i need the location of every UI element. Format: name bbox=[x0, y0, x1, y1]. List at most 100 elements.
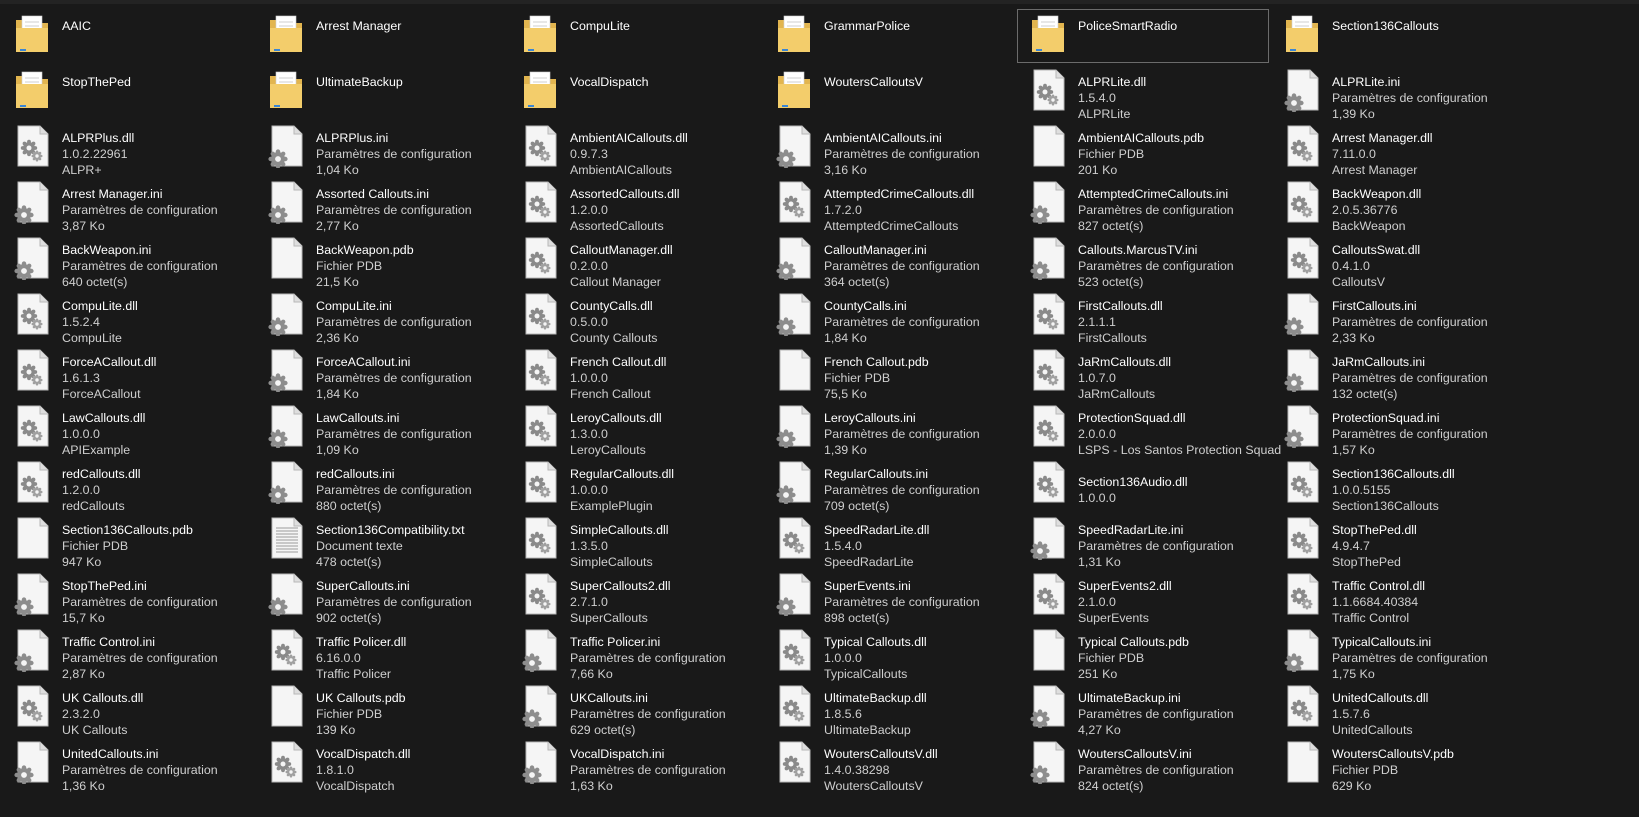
dll-file-icon bbox=[776, 628, 814, 672]
file-jarmcallouts-dll[interactable]: JaRmCallouts.dll 1.0.7.0 JaRmCallouts bbox=[1016, 344, 1270, 401]
file-leroycallouts-dll[interactable]: LeroyCallouts.dll 1.3.0.0 LeroyCallouts bbox=[508, 400, 762, 457]
file-french-callout-dll[interactable]: French Callout.dll 1.0.0.0 French Callout bbox=[508, 344, 762, 401]
item-detail-1: Paramètres de configuration bbox=[316, 203, 472, 217]
file-attemptedcrimecallouts-ini[interactable]: AttemptedCrimeCallouts.ini Paramètres de … bbox=[1016, 176, 1270, 233]
file-redcallouts-dll[interactable]: redCallouts.dll 1.2.0.0 redCallouts bbox=[0, 456, 254, 513]
file-protectionsquad-ini[interactable]: ProtectionSquad.ini Paramètres de configu… bbox=[1270, 400, 1524, 457]
file-vocaldispatch-ini[interactable]: VocalDispatch.ini Paramètres de configura… bbox=[508, 736, 762, 793]
file-ambientaicallouts-pdb[interactable]: AmbientAICallouts.pdb Fichier PDB 201 Ko bbox=[1016, 120, 1270, 177]
file-compulite-dll[interactable]: CompuLite.dll 1.5.2.4 CompuLite bbox=[0, 288, 254, 345]
file-assorted-callouts-ini[interactable]: Assorted Callouts.ini Paramètres de confi… bbox=[254, 176, 508, 233]
file-calloutmanager-dll[interactable]: CalloutManager.dll 0.2.0.0 Callout Manager bbox=[508, 232, 762, 289]
file-backweapon-pdb[interactable]: BackWeapon.pdb Fichier PDB 21,5 Ko bbox=[254, 232, 508, 289]
file-section136compatibility-txt[interactable]: Section136Compatibility.txt Document text… bbox=[254, 512, 508, 569]
item-name: Arrest Manager.dll bbox=[1332, 131, 1433, 145]
file-wouterscalloutsv-pdb[interactable]: WoutersCalloutsV.pdb Fichier PDB 629 Ko bbox=[1270, 736, 1524, 793]
file-speedradarlite-dll[interactable]: SpeedRadarLite.dll 1.5.4.0 SpeedRadarLite bbox=[762, 512, 1016, 569]
file-leroycallouts-ini[interactable]: LeroyCallouts.ini Paramètres de configura… bbox=[762, 400, 1016, 457]
file-traffic-policer-ini[interactable]: Traffic Policer.ini Paramètres de configu… bbox=[508, 624, 762, 681]
file-alprplus-dll[interactable]: ALPRPlus.dll 1.0.2.22961 ALPR+ bbox=[0, 120, 254, 177]
file-section136callouts-dll[interactable]: Section136Callouts.dll 1.0.0.5155 Section1… bbox=[1270, 456, 1524, 513]
file-forceacallout-dll[interactable]: ForceACallout.dll 1.6.1.3 ForceACallout bbox=[0, 344, 254, 401]
file-speedradarlite-ini[interactable]: SpeedRadarLite.ini Paramètres de configur… bbox=[1016, 512, 1270, 569]
file-alprplus-ini[interactable]: ALPRPlus.ini Paramètres de configuration 1… bbox=[254, 120, 508, 177]
file-arrest-manager-ini[interactable]: Arrest Manager.ini Paramètres de configur… bbox=[0, 176, 254, 233]
folder-grammarpolice[interactable]: GrammarPolice bbox=[762, 8, 1016, 64]
file-ambientaicallouts-ini[interactable]: AmbientAICallouts.ini Paramètres de confi… bbox=[762, 120, 1016, 177]
file-typical-callouts-pdb[interactable]: Typical Callouts.pdb Fichier PDB 251 Ko bbox=[1016, 624, 1270, 681]
file-traffic-control-dll[interactable]: Traffic Control.dll 1.1.6684.40384 Traffic… bbox=[1270, 568, 1524, 625]
item-detail-1: 0.2.0.0 bbox=[570, 259, 608, 273]
item-detail-1: Paramètres de configuration bbox=[1078, 259, 1234, 273]
file-attemptedcrimecallouts-dll[interactable]: AttemptedCrimeCallouts.dll 1.7.2.0 Attempt… bbox=[762, 176, 1016, 233]
file-backweapon-dll[interactable]: BackWeapon.dll 2.0.5.36776 BackWeapon bbox=[1270, 176, 1524, 233]
folder-policesmartradio[interactable]: PoliceSmartRadio bbox=[1016, 8, 1270, 64]
file-uk-callouts-dll[interactable]: UK Callouts.dll 2.3.2.0 UK Callouts bbox=[0, 680, 254, 737]
file-typicalcallouts-ini[interactable]: TypicalCallouts.ini Paramètres de configu… bbox=[1270, 624, 1524, 681]
file-jarmcallouts-ini[interactable]: JaRmCallouts.ini Paramètres de configurat… bbox=[1270, 344, 1524, 401]
file-alprlite-dll[interactable]: ALPRLite.dll 1.5.4.0 ALPRLite bbox=[1016, 64, 1270, 121]
item-detail-1: Paramètres de configuration bbox=[62, 651, 218, 665]
file-wouterscalloutsv-ini[interactable]: WoutersCalloutsV.ini Paramètres de config… bbox=[1016, 736, 1270, 794]
file-regularcallouts-dll[interactable]: RegularCallouts.dll 1.0.0.0 ExamplePlugin bbox=[508, 456, 762, 513]
file-section136callouts-pdb[interactable]: Section136Callouts.pdb Fichier PDB 947 Ko bbox=[0, 512, 254, 569]
item-name: CompuLite.ini bbox=[316, 299, 392, 313]
file-alprlite-ini[interactable]: ALPRLite.ini Paramètres de configuration 1… bbox=[1270, 64, 1524, 121]
file-ultimatebackup-ini[interactable]: UltimateBackup.ini Paramètres de configur… bbox=[1016, 680, 1270, 737]
file-stoptheped-dll[interactable]: StopThePed.dll 4.9.4.7 StopThePed bbox=[1270, 512, 1524, 569]
file-arrest-manager-dll[interactable]: Arrest Manager.dll 7.11.0.0 Arrest Manager bbox=[1270, 120, 1524, 178]
file-supercallouts-ini[interactable]: SuperCallouts.ini Paramètres de configura… bbox=[254, 568, 508, 625]
file-firstcallouts-dll[interactable]: FirstCallouts.dll 2.1.1.1 FirstCallouts bbox=[1016, 288, 1270, 345]
folder-section136callouts[interactable]: Section136Callouts bbox=[1270, 8, 1524, 64]
file-countycalls-dll[interactable]: CountyCalls.dll 0.5.0.0 County Callouts bbox=[508, 288, 762, 345]
folder-ultimatebackup[interactable]: UltimateBackup bbox=[254, 64, 508, 120]
folder-wouterscalloutsv[interactable]: WoutersCalloutsV bbox=[762, 64, 1016, 120]
file-traffic-policer-dll[interactable]: Traffic Policer.dll 6.16.0.0 Traffic Polic… bbox=[254, 624, 508, 681]
file-superevents-ini[interactable]: SuperEvents.ini Paramètres de configurati… bbox=[762, 568, 1016, 625]
file-forceacallout-ini[interactable]: ForceACallout.ini Paramètres de configura… bbox=[254, 344, 508, 401]
file-lawcallouts-dll[interactable]: LawCallouts.dll 1.0.0.0 APIExample bbox=[0, 400, 254, 457]
file-regularcallouts-ini[interactable]: RegularCallouts.ini Paramètres de configu… bbox=[762, 456, 1016, 513]
file-lawcallouts-ini[interactable]: LawCallouts.ini Paramètres de configurati… bbox=[254, 400, 508, 457]
item-name: SpeedRadarLite.ini bbox=[1078, 523, 1184, 537]
item-details: UltimateBackup.dll 1.8.5.6 UltimateBackup bbox=[824, 690, 927, 738]
file-calloutsswat-dll[interactable]: CalloutsSwat.dll 0.4.1.0 CalloutsV bbox=[1270, 232, 1524, 289]
ini-file-icon bbox=[776, 292, 814, 336]
file-unitedcallouts-ini[interactable]: UnitedCallouts.ini Paramètres de configur… bbox=[0, 736, 254, 793]
file-french-callout-pdb[interactable]: French Callout.pdb Fichier PDB 75,5 Ko bbox=[762, 344, 1016, 401]
file-backweapon-ini[interactable]: BackWeapon.ini Paramètres de configuratio… bbox=[0, 232, 254, 289]
item-detail-2: 1,63 Ko bbox=[570, 779, 613, 793]
file-wouterscalloutsv-dll[interactable]: WoutersCalloutsV.dll 1.4.0.38298 WoutersCa… bbox=[762, 736, 1016, 793]
pdb-file-icon bbox=[1284, 740, 1322, 784]
file-ambientaicallouts-dll[interactable]: AmbientAICallouts.dll 0.9.7.3 AmbientAICal… bbox=[508, 120, 762, 177]
file-redcallouts-ini[interactable]: redCallouts.ini Paramètres de configurati… bbox=[254, 456, 508, 513]
item-detail-1: Fichier PDB bbox=[316, 707, 383, 721]
file-unitedcallouts-dll[interactable]: UnitedCallouts.dll 1.5.7.6 UnitedCallouts bbox=[1270, 680, 1524, 737]
file-uk-callouts-pdb[interactable]: UK Callouts.pdb Fichier PDB 139 Ko bbox=[254, 680, 508, 737]
file-traffic-control-ini[interactable]: Traffic Control.ini Paramètres de configu… bbox=[0, 624, 254, 681]
file-vocaldispatch-dll[interactable]: VocalDispatch.dll 1.8.1.0 VocalDispatch bbox=[254, 736, 508, 793]
file-countycalls-ini[interactable]: CountyCalls.ini Paramètres de configurati… bbox=[762, 288, 1016, 345]
item-details: WoutersCalloutsV.ini Paramètres de config… bbox=[1078, 746, 1234, 794]
file-ultimatebackup-dll[interactable]: UltimateBackup.dll 1.8.5.6 UltimateBackup bbox=[762, 680, 1016, 738]
folder-aaic[interactable]: AAIC bbox=[0, 8, 254, 64]
file-superevents2-dll[interactable]: SuperEvents2.dll 2.1.0.0 SuperEvents bbox=[1016, 568, 1270, 625]
folder-compulite[interactable]: CompuLite bbox=[508, 8, 762, 64]
file-ukcallouts-ini[interactable]: UKCallouts.ini Paramètres de configuratio… bbox=[508, 680, 762, 737]
file-stoptheped-ini[interactable]: StopThePed.ini Paramètres de configuratio… bbox=[0, 568, 254, 625]
folder-stoptheped[interactable]: StopThePed bbox=[0, 64, 254, 120]
file-typical-callouts-dll[interactable]: Typical Callouts.dll 1.0.0.0 TypicalCallou… bbox=[762, 624, 1016, 681]
folder-arrest-manager[interactable]: Arrest Manager bbox=[254, 8, 508, 64]
file-calloutmanager-ini[interactable]: CalloutManager.ini Paramètres de configur… bbox=[762, 232, 1016, 289]
file-assortedcallouts-dll[interactable]: AssortedCallouts.dll 1.2.0.0 AssortedCallo… bbox=[508, 176, 762, 233]
file-supercallouts2-dll[interactable]: SuperCallouts2.dll 2.7.1.0 SuperCallouts bbox=[508, 568, 762, 625]
item-details: Arrest Manager.dll 7.11.0.0 Arrest Manager bbox=[1332, 130, 1433, 178]
file-callouts-marcustv-ini[interactable]: Callouts.MarcusTV.ini Paramètres de confi… bbox=[1016, 232, 1270, 289]
file-firstcallouts-ini[interactable]: FirstCallouts.ini Paramètres de configura… bbox=[1270, 288, 1524, 345]
folder-vocaldispatch[interactable]: VocalDispatch bbox=[508, 64, 762, 120]
file-section136audio-dll[interactable]: Section136Audio.dll 1.0.0.0 bbox=[1016, 456, 1270, 512]
file-simplecallouts-dll[interactable]: SimpleCallouts.dll 1.3.5.0 SimpleCallouts bbox=[508, 512, 762, 569]
item-detail-1: Paramètres de configuration bbox=[316, 371, 472, 385]
file-protectionsquad-dll[interactable]: ProtectionSquad.dll 2.0.0.0 LSPS - Los San… bbox=[1016, 400, 1281, 457]
file-compulite-ini[interactable]: CompuLite.ini Paramètres de configuration… bbox=[254, 288, 508, 345]
